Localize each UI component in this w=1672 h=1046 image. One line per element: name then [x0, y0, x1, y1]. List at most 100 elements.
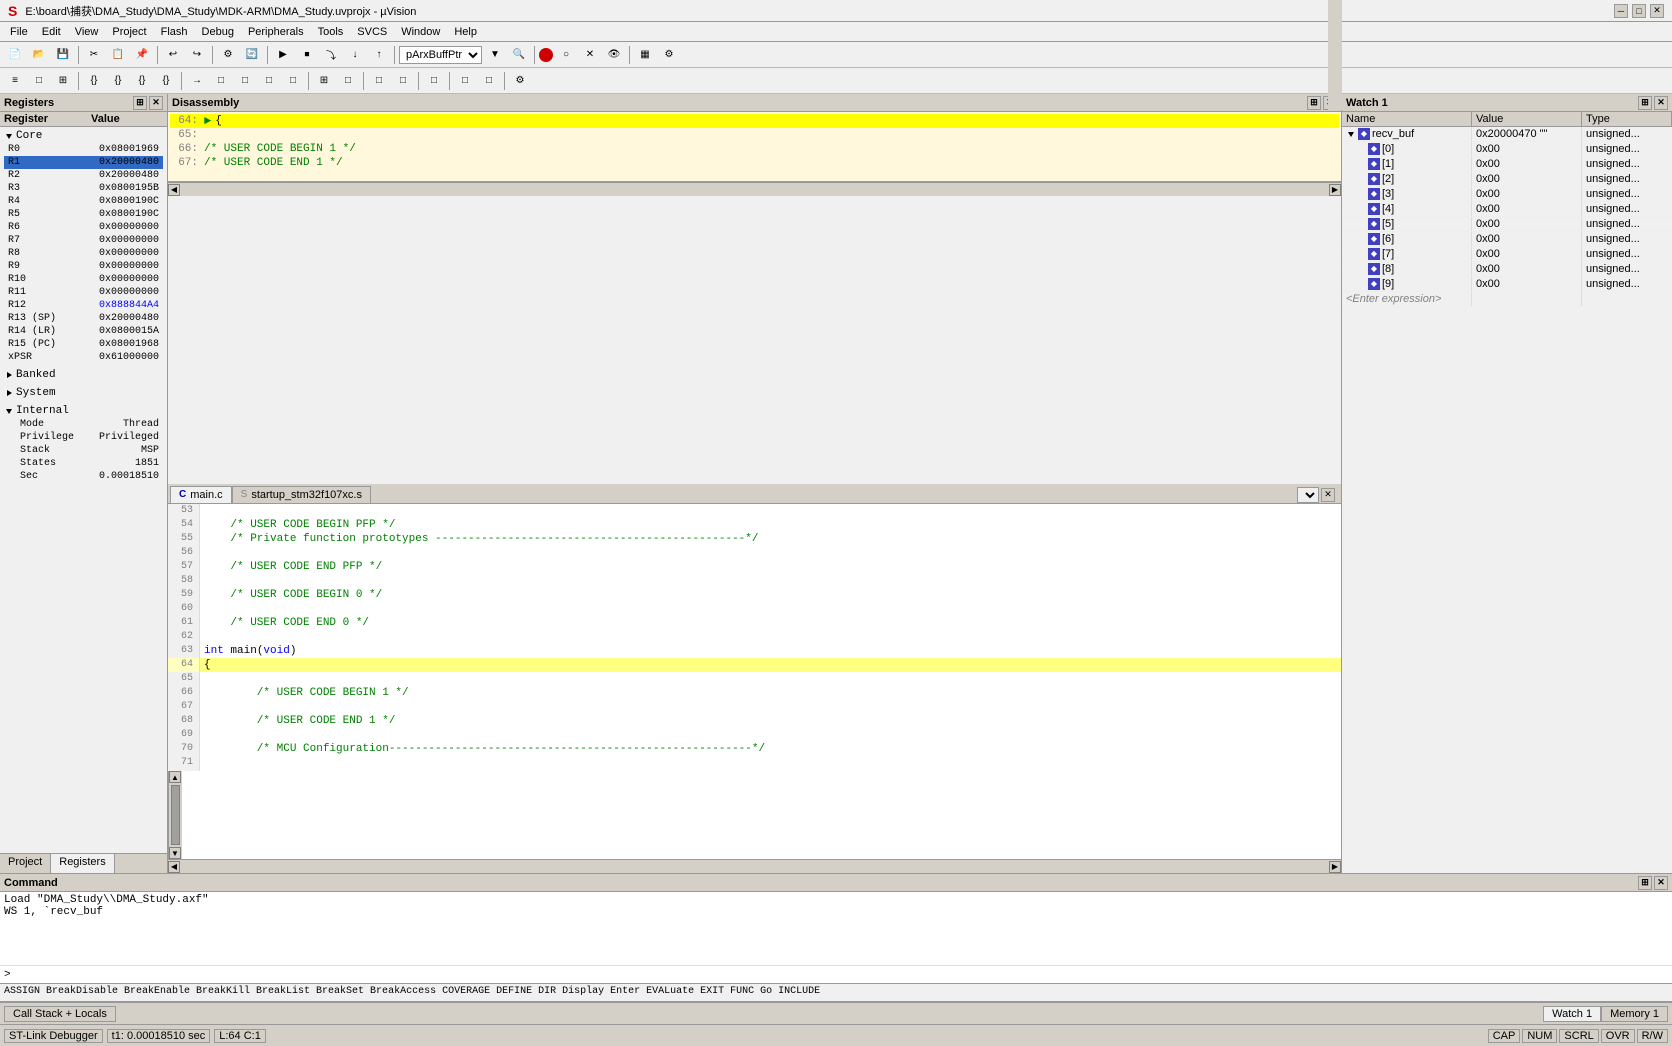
- tb2-btn7[interactable]: {}: [155, 71, 177, 91]
- disasm-scroll-left[interactable]: ◀: [168, 184, 180, 196]
- tab-project[interactable]: Project: [0, 854, 51, 873]
- function-combo[interactable]: pArxBuffPtr: [399, 46, 482, 64]
- tb2-btn5[interactable]: {}: [107, 71, 129, 91]
- mem-view-button[interactable]: ▦: [634, 45, 656, 65]
- redo-button[interactable]: ↪: [186, 45, 208, 65]
- registers-close-button[interactable]: ✕: [149, 96, 163, 110]
- tb2-btn16[interactable]: □: [392, 71, 414, 91]
- tb2-btn20[interactable]: ⚙: [509, 71, 531, 91]
- watch-all-button[interactable]: 👁: [603, 45, 625, 65]
- step-into-button[interactable]: ↓: [344, 45, 366, 65]
- settings-button[interactable]: ⚙: [658, 45, 680, 65]
- menu-project[interactable]: Project: [106, 25, 152, 39]
- tb2-btn3[interactable]: ⊞: [52, 71, 74, 91]
- editor-close-button[interactable]: ✕: [1321, 488, 1335, 502]
- menu-debug[interactable]: Debug: [196, 25, 240, 39]
- rebuild-button[interactable]: 🔄: [241, 45, 263, 65]
- new-file-button[interactable]: 📄: [4, 45, 26, 65]
- menu-svcs[interactable]: SVCS: [351, 25, 393, 39]
- status-caps: CAP: [1488, 1029, 1521, 1043]
- code-content[interactable]: 53 54 /* USER CODE BEGIN PFP */ 55 /* Pr…: [168, 504, 1341, 772]
- cmd-close-button[interactable]: ✕: [1654, 876, 1668, 890]
- menu-file[interactable]: File: [4, 25, 34, 39]
- save-button[interactable]: 💾: [52, 45, 74, 65]
- tab-memory-1[interactable]: Memory 1: [1601, 1006, 1668, 1022]
- code-hscrollbar[interactable]: [182, 862, 1327, 872]
- paste-button[interactable]: 📌: [131, 45, 153, 65]
- code-line-70: 70 /* MCU Configuration-----------------…: [168, 742, 1341, 756]
- tb2-btn2[interactable]: □: [28, 71, 50, 91]
- copy-button[interactable]: 📋: [107, 45, 129, 65]
- disasm-scroll-right[interactable]: ▶: [1329, 184, 1341, 196]
- tab-startup-s[interactable]: S startup_stm32f107xc.s: [232, 486, 371, 503]
- menu-help[interactable]: Help: [448, 25, 483, 39]
- step-over-button[interactable]: ⤵: [320, 45, 342, 65]
- close-button[interactable]: ✕: [1650, 4, 1664, 18]
- watch-float-button[interactable]: ⊞: [1638, 96, 1652, 110]
- tab-watch-1[interactable]: Watch 1: [1543, 1006, 1601, 1022]
- reg-r5-val: 0x0800190C: [99, 209, 159, 220]
- tab-call-stack[interactable]: Call Stack + Locals: [4, 1006, 116, 1022]
- start-debug-button[interactable]: ▶: [272, 45, 294, 65]
- breakpoint-button[interactable]: [539, 48, 553, 62]
- tb2-btn13[interactable]: ⊞: [313, 71, 335, 91]
- cut-button[interactable]: ✂: [83, 45, 105, 65]
- tb2-btn14[interactable]: □: [337, 71, 359, 91]
- tb2-btn1[interactable]: ≡: [4, 71, 26, 91]
- tab-registers[interactable]: Registers: [51, 854, 114, 873]
- code-scroll-down[interactable]: ▼: [169, 847, 181, 859]
- banked-section-header[interactable]: Banked: [4, 368, 163, 382]
- disasm-hscrollbar[interactable]: [182, 185, 1327, 195]
- stop-debug-button[interactable]: ⏹: [296, 45, 318, 65]
- tb2-btn12[interactable]: □: [282, 71, 304, 91]
- tb2-btn6[interactable]: {}: [131, 71, 153, 91]
- open-button[interactable]: 📂: [28, 45, 50, 65]
- tb2-btn8[interactable]: →: [186, 71, 208, 91]
- code-hscroll-right[interactable]: ▶: [1329, 861, 1341, 873]
- watch-close-button[interactable]: ✕: [1654, 96, 1668, 110]
- code-vscroll-track[interactable]: [169, 783, 182, 847]
- tb2-btn9[interactable]: □: [210, 71, 232, 91]
- tb2-btn17[interactable]: □: [423, 71, 445, 91]
- menu-window[interactable]: Window: [395, 25, 446, 39]
- find-button[interactable]: 🔍: [508, 45, 530, 65]
- tb2-btn19[interactable]: □: [478, 71, 500, 91]
- status-debugger: ST-Link Debugger: [4, 1029, 103, 1043]
- watch-enter-expr[interactable]: <Enter expression>: [1342, 292, 1472, 306]
- menu-tools[interactable]: Tools: [312, 25, 350, 39]
- restore-button[interactable]: □: [1632, 4, 1646, 18]
- tb2-btn15[interactable]: □: [368, 71, 390, 91]
- menu-peripherals[interactable]: Peripherals: [242, 25, 310, 39]
- code-vscrollbar[interactable]: ▲ ▼: [168, 771, 182, 859]
- disasm-float-button[interactable]: ⊞: [1307, 96, 1321, 110]
- registers-float-button[interactable]: ⊞: [133, 96, 147, 110]
- cmd-float-button[interactable]: ⊞: [1638, 876, 1652, 890]
- tb2-btn11[interactable]: □: [258, 71, 280, 91]
- cmd-vscrollbar[interactable]: [1328, 0, 1342, 110]
- command-input[interactable]: [15, 969, 1668, 981]
- code-hscroll-left[interactable]: ◀: [168, 861, 180, 873]
- minimize-button[interactable]: ─: [1614, 4, 1628, 18]
- tab-main-c[interactable]: C main.c: [170, 486, 232, 503]
- tb2-btn10[interactable]: □: [234, 71, 256, 91]
- kill-button[interactable]: ✕: [579, 45, 601, 65]
- combo-browse-button[interactable]: ▼: [484, 45, 506, 65]
- build-button[interactable]: ⚙: [217, 45, 239, 65]
- step-out-button[interactable]: ↑: [368, 45, 390, 65]
- menu-flash[interactable]: Flash: [155, 25, 194, 39]
- tb2-btn4[interactable]: {}: [83, 71, 105, 91]
- core-section-header[interactable]: Core: [4, 129, 163, 143]
- tb2-btn18[interactable]: □: [454, 71, 476, 91]
- code-line-57: 57 /* USER CODE END PFP */: [168, 560, 1341, 574]
- run-to-cursor-button[interactable]: ○: [555, 45, 577, 65]
- menu-edit[interactable]: Edit: [36, 25, 67, 39]
- undo-button[interactable]: ↩: [162, 45, 184, 65]
- system-section-header[interactable]: System: [4, 386, 163, 400]
- internal-section-header[interactable]: Internal: [4, 404, 163, 418]
- menu-view[interactable]: View: [69, 25, 105, 39]
- reg-r14-name: R14 (LR): [8, 326, 56, 337]
- recv-buf-expand[interactable]: [1346, 132, 1356, 137]
- code-vscroll-thumb[interactable]: [171, 785, 180, 845]
- code-view-select[interactable]: [1297, 487, 1319, 503]
- code-scroll-up[interactable]: ▲: [169, 771, 181, 783]
